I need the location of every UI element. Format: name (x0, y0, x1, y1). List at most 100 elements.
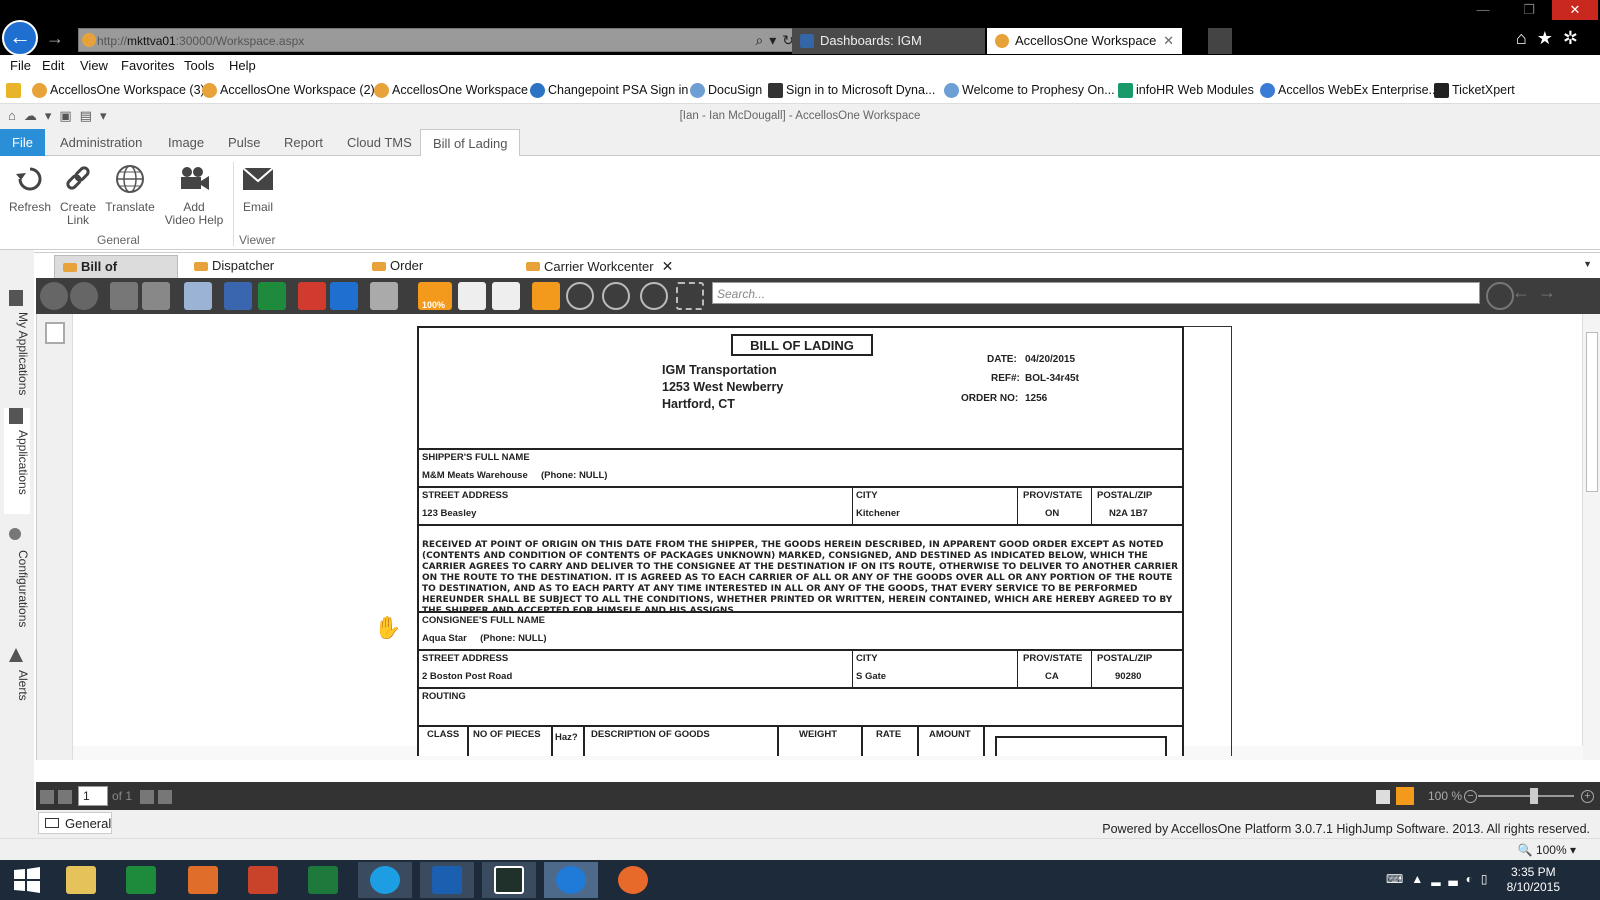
single-page-icon[interactable] (458, 282, 486, 310)
scrollbar-thumb[interactable] (1586, 332, 1598, 492)
first-page-icon[interactable] (40, 790, 54, 804)
viewer-search-input[interactable]: Search... (712, 282, 1480, 304)
zoom-fit-icon[interactable] (640, 282, 668, 310)
favorite-item[interactable]: TicketXpert (1434, 83, 1515, 98)
menu-help[interactable]: Help (229, 58, 256, 73)
ribbon-tab-cloud-tms[interactable]: Cloud TMS (335, 129, 424, 156)
menu-view[interactable]: View (80, 58, 108, 73)
thumbnails-icon[interactable] (45, 322, 65, 344)
taskbar-outlook[interactable] (420, 862, 474, 898)
facing-pages-icon[interactable] (492, 282, 520, 310)
close-window-button[interactable]: ✕ (1552, 0, 1598, 20)
viewer-back-icon[interactable] (40, 282, 68, 310)
browser-tab-dashboards[interactable]: Dashboards: IGM Dashboard - ... (792, 28, 985, 74)
single-page-view-icon[interactable] (1376, 790, 1390, 804)
ribbon-tab-file[interactable]: File (0, 129, 45, 156)
translate-button[interactable]: Translate (102, 164, 158, 214)
browser-tab-workspace[interactable]: AccellosOne Workspace ✕ (987, 28, 1182, 54)
zoom-out-icon[interactable] (566, 282, 594, 310)
search-icon[interactable] (1486, 282, 1514, 310)
zoom-slider-knob[interactable] (1530, 788, 1538, 804)
start-button[interactable] (0, 862, 54, 898)
ribbon-tab-report[interactable]: Report (272, 129, 335, 156)
tabs-dropdown-icon[interactable]: ▼ (1583, 259, 1592, 269)
prev-page-icon[interactable] (58, 790, 72, 804)
address-bar[interactable]: http://mkttva01:30000/Workspace.aspx ⌕▾↻ (78, 28, 805, 52)
ribbon-tab-image[interactable]: Image (156, 129, 216, 156)
zoom-in-icon[interactable] (602, 282, 630, 310)
ribbon-tab-administration[interactable]: Administration (48, 129, 154, 156)
nav-configurations[interactable]: Configurations (4, 528, 30, 638)
zoom-100-button[interactable]: 100% (418, 282, 452, 310)
forward-button[interactable]: → (46, 28, 64, 49)
system-tray[interactable]: ⌨▲▂▃◐▯ (1386, 872, 1496, 886)
tools-icon[interactable] (142, 282, 170, 310)
favorite-item[interactable]: infoHR Web Modules (1118, 83, 1254, 98)
next-page-icon[interactable] (140, 790, 154, 804)
new-tab-button[interactable] (1208, 28, 1232, 54)
vertical-scrollbar[interactable] (1582, 314, 1600, 760)
maximize-button[interactable]: ❐ (1506, 0, 1552, 20)
menu-edit[interactable]: Edit (42, 58, 64, 73)
nav-alerts[interactable]: Alerts (4, 648, 30, 708)
print-icon[interactable] (184, 282, 212, 310)
tab-order-workcenter[interactable]: Order Workcenter✕ (364, 255, 510, 296)
export-word-icon[interactable] (224, 282, 252, 310)
create-link-button[interactable]: Create Link (56, 164, 100, 227)
favorite-item[interactable]: AccellosOne Workspace (2) (202, 83, 375, 98)
export-excel-icon[interactable] (258, 282, 286, 310)
taskbar-skype[interactable] (358, 862, 412, 898)
taskbar-media[interactable] (176, 862, 230, 898)
zoom-slider[interactable] (1478, 795, 1574, 797)
taskbar-excel[interactable] (296, 862, 350, 898)
tab-dispatcher-workcenter[interactable]: Dispatcher Workcenter✕ (186, 255, 358, 296)
viewer-forward-icon[interactable] (70, 282, 98, 310)
page-number-input[interactable]: 1 (78, 786, 108, 806)
taskbar-internet-explorer[interactable] (544, 862, 598, 898)
taskbar-explorer[interactable] (54, 862, 108, 898)
search-next-icon[interactable]: → (1538, 282, 1566, 310)
tab-carrier-workcenter[interactable]: Carrier Workcenter ✕ (518, 255, 678, 279)
export-image-icon[interactable] (370, 282, 398, 310)
hand-tool-icon[interactable] (532, 282, 560, 310)
shipper-label: SHIPPER'S FULL NAME (422, 452, 530, 463)
ribbon-tab-bill-of-lading[interactable]: Bill of Lading (420, 129, 521, 157)
favorite-item[interactable]: AccellosOne Workspace (374, 83, 528, 98)
menu-tools[interactable]: Tools (184, 58, 214, 73)
favorite-item[interactable]: AccellosOne Workspace (3) (32, 83, 205, 98)
tab-bill-of-lading[interactable]: Bill of Lading✕ (54, 255, 178, 297)
email-button[interactable]: Email (236, 164, 280, 214)
close-tab-icon[interactable]: ✕ (1163, 28, 1174, 54)
general-tab[interactable]: General (38, 812, 112, 834)
menu-file[interactable]: File (10, 58, 31, 73)
taskbar-powerpoint[interactable] (236, 862, 290, 898)
continuous-view-icon[interactable] (1396, 787, 1414, 805)
add-video-help-button[interactable]: Add Video Help (162, 164, 226, 227)
taskbar-project[interactable] (114, 862, 168, 898)
zoom-plus-icon[interactable]: + (1581, 790, 1594, 803)
favorite-item[interactable]: Welcome to Prophesy On... (944, 83, 1115, 98)
minimize-button[interactable]: — (1460, 0, 1506, 20)
taskbar-clock[interactable]: 3:35 PM 8/10/2015 (1507, 865, 1560, 895)
ribbon-tab-pulse[interactable]: Pulse (216, 129, 273, 156)
favorite-item[interactable]: Changepoint PSA Sign in (530, 83, 688, 98)
back-button[interactable]: ← (2, 20, 38, 56)
menu-favorites[interactable]: Favorites (121, 58, 174, 73)
taskbar-orange-app[interactable] (606, 862, 660, 898)
favorite-item[interactable]: DocuSign (690, 83, 762, 98)
favorite-item[interactable]: Accellos WebEx Enterprise... (1260, 83, 1439, 98)
ie-home-favorites-settings-icon[interactable]: ⌂★✲ (1516, 28, 1588, 49)
search-prev-icon[interactable]: ← (1512, 282, 1540, 310)
favorite-item[interactable]: Sign in to Microsoft Dyna... (768, 83, 935, 98)
export-html-icon[interactable] (330, 282, 358, 310)
ie-zoom-level[interactable]: 🔍 100% ▾ (1518, 843, 1576, 857)
nav-applications[interactable]: Applications (4, 408, 30, 514)
close-tab-icon[interactable]: ✕ (662, 258, 674, 274)
export-pdf-icon[interactable] (298, 282, 326, 310)
lock-icon[interactable] (110, 282, 138, 310)
taskbar-app-s[interactable] (482, 862, 536, 898)
zoom-minus-icon[interactable]: − (1464, 790, 1477, 803)
last-page-icon[interactable] (158, 790, 172, 804)
zoom-select-icon[interactable] (676, 282, 704, 310)
refresh-button[interactable]: Refresh (8, 164, 52, 214)
